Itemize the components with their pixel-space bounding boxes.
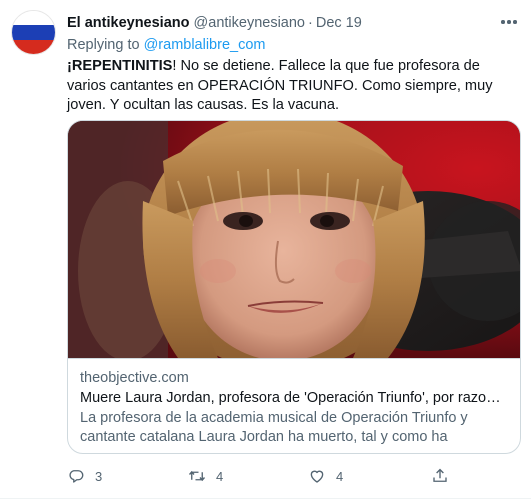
more-options-icon[interactable]	[499, 12, 519, 32]
tweet[interactable]: El antikeynesiano @antikeynesiano · Dec 19…	[0, 0, 531, 499]
link-card[interactable]: theobjective.com Muere Laura Jordan, pro…	[67, 120, 521, 454]
tweet-actions: 3 4 4	[67, 466, 477, 486]
avatar-stripe-blue	[12, 25, 55, 40]
reply-icon	[69, 470, 84, 483]
card-meta[interactable]: theobjective.com Muere Laura Jordan, pro…	[68, 358, 520, 453]
card-domain: theobjective.com	[80, 370, 189, 386]
author-handle[interactable]: @antikeynesiano	[194, 15, 305, 31]
reply-button[interactable]: 3	[67, 466, 102, 486]
retweet-icon	[188, 470, 206, 482]
reply-mention-link[interactable]: @ramblalibre_com	[144, 37, 266, 53]
card-image[interactable]	[68, 121, 520, 358]
retweet-count: 4	[216, 468, 224, 484]
heart-icon	[310, 470, 324, 483]
retweet-button[interactable]: 4	[188, 466, 223, 486]
share-button[interactable]	[431, 466, 449, 486]
avatar-stripe-white	[12, 11, 55, 26]
tweet-text: ¡REPENTINITIS! No se detiene. Fallece la…	[67, 57, 522, 116]
avatar[interactable]	[11, 10, 56, 55]
more-dot	[501, 20, 505, 24]
more-dot	[507, 20, 511, 24]
author-name[interactable]: El antikeynesiano	[67, 15, 190, 31]
card-description: La profesora de la academia musical de O…	[80, 410, 468, 445]
share-icon	[433, 468, 447, 482]
tweet-text-bold: ¡REPENTINITIS	[67, 58, 173, 74]
replying-to: Replying to @ramblalibre_com	[67, 36, 265, 54]
avatar-stripe-red	[12, 39, 55, 54]
replying-prefix: Replying to	[67, 37, 140, 53]
more-dot	[513, 20, 517, 24]
like-button[interactable]: 4	[308, 466, 343, 486]
tweet-header: El antikeynesiano @antikeynesiano · Dec 19	[67, 14, 362, 32]
tweet-date[interactable]: Dec 19	[316, 15, 362, 31]
separator-dot: ·	[308, 15, 313, 31]
reply-count: 3	[95, 468, 103, 484]
like-count: 4	[336, 468, 344, 484]
card-title: Muere Laura Jordan, profesora de 'Operac…	[80, 390, 508, 406]
portrait-photo	[68, 121, 520, 358]
